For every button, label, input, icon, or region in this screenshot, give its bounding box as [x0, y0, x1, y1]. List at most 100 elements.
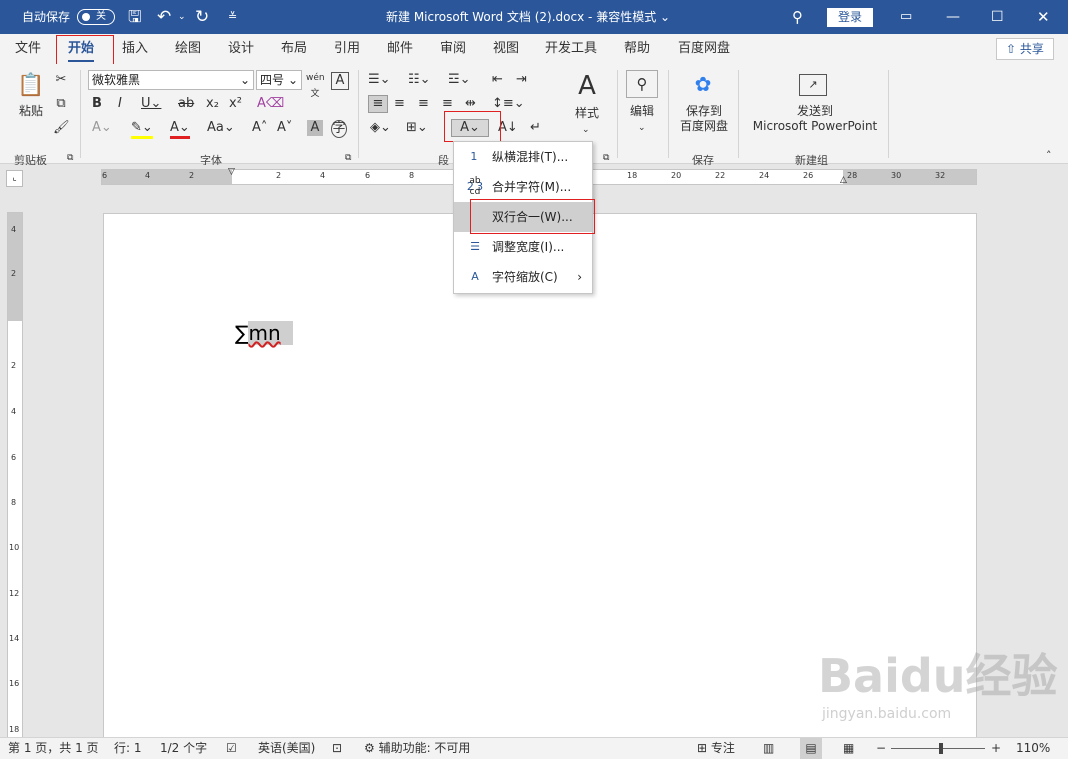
grow-font-icon[interactable]: A˄ [252, 120, 267, 136]
tab-draw[interactable]: 绘图 [175, 34, 201, 64]
maximize-icon[interactable]: ☐ [991, 0, 1004, 34]
tab-file[interactable]: 文件 [15, 34, 41, 64]
accessibility-status[interactable]: ⚙ 辅助功能: 不可用 [364, 738, 470, 759]
editing-dropdown-icon[interactable]: ⌄ [638, 120, 646, 136]
copy-icon[interactable]: ⧉ [53, 96, 69, 112]
read-mode-icon[interactable]: ▥ [763, 738, 774, 759]
collapse-ribbon-icon[interactable]: ˄ [1046, 148, 1052, 164]
paste-button[interactable]: 粘贴 [12, 104, 50, 119]
baidu-netdisk-icon[interactable]: ✿ [688, 72, 718, 96]
minimize-icon[interactable]: — [946, 0, 960, 34]
distributed-icon[interactable]: ⇹ [465, 96, 476, 112]
subscript-icon[interactable]: x₂ [206, 96, 219, 112]
tab-selector-icon[interactable]: ⌞ [6, 170, 23, 187]
justify-icon[interactable]: ≡ [442, 96, 453, 112]
ribbon-display-icon[interactable]: ▭ [900, 0, 912, 34]
styles-icon[interactable]: A [567, 70, 607, 102]
multilevel-list-icon[interactable]: ☲⌄ [448, 72, 471, 88]
zoom-level[interactable]: 110% [1016, 738, 1050, 759]
italic-icon[interactable]: I [118, 96, 122, 112]
undo-icon[interactable]: ↶ [157, 0, 171, 34]
text-effects-icon[interactable]: A⌄ [92, 120, 112, 136]
cut-icon[interactable]: ✂ [53, 72, 69, 88]
phonetic-guide-icon[interactable]: wén 文 [306, 70, 325, 102]
tab-help[interactable]: 帮助 [624, 34, 650, 64]
tab-layout[interactable]: 布局 [281, 34, 307, 64]
clipboard-launcher-icon[interactable]: ⧉ [67, 150, 73, 166]
tab-developer[interactable]: 开发工具 [545, 34, 597, 64]
change-case-icon[interactable]: Aa⌄ [207, 120, 235, 136]
editing-button[interactable]: 编辑 [624, 104, 660, 119]
bold-icon[interactable]: B [92, 96, 102, 112]
align-right-icon[interactable]: ≡ [418, 96, 429, 112]
tab-insert[interactable]: 插入 [122, 34, 148, 64]
borders-icon[interactable]: ⊞⌄ [406, 120, 428, 136]
format-painter-icon[interactable]: 🖌 [53, 120, 70, 136]
save-to-baidu-button[interactable]: 保存到 百度网盘 [676, 104, 732, 134]
menu-item-fit-text[interactable]: ☰ 调整宽度(I)... [454, 232, 592, 262]
font-launcher-icon[interactable]: ⧉ [345, 150, 351, 166]
tab-baidu-netdisk[interactable]: 百度网盘 [678, 34, 730, 64]
line-number[interactable]: 行: 1 [114, 738, 142, 759]
line-spacing-icon[interactable]: ↕≡⌄ [492, 96, 525, 112]
document-text[interactable]: ∑mn [235, 321, 293, 345]
macro-icon[interactable]: ⊡ [332, 738, 342, 759]
search-icon[interactable]: ⚲ [792, 0, 803, 34]
shading-icon[interactable]: ◈⌄ [370, 120, 391, 136]
menu-item-vertical-in-horizontal[interactable]: 1 2 3 纵横混排(T)... [454, 142, 592, 193]
show-marks-icon[interactable]: ↵ [530, 120, 541, 136]
focus-mode[interactable]: ⊞ 专注 [697, 738, 735, 759]
print-layout-icon[interactable]: ▤ [800, 738, 822, 759]
web-layout-icon[interactable]: ▦ [843, 738, 854, 759]
bullets-icon[interactable]: ☰⌄ [368, 72, 391, 88]
strikethrough-icon[interactable]: ab [178, 96, 194, 112]
align-left-icon[interactable]: ≡ [368, 95, 388, 113]
proofing-icon[interactable]: ☑ [226, 738, 237, 759]
styles-button[interactable]: 样式 [567, 106, 607, 121]
numbering-icon[interactable]: ☷⌄ [408, 72, 431, 88]
tab-review[interactable]: 审阅 [440, 34, 466, 64]
language[interactable]: 英语(美国) [258, 738, 315, 759]
tab-mailings[interactable]: 邮件 [387, 34, 413, 64]
zoom-out-icon[interactable]: − [876, 738, 886, 759]
redo-icon[interactable]: ↻ [195, 0, 209, 34]
tab-design[interactable]: 设计 [228, 34, 254, 64]
autosave-toggle[interactable]: 关 [77, 9, 115, 25]
font-size-select[interactable]: 四号 ⌄ [256, 70, 302, 90]
align-center-icon[interactable]: ≡ [394, 96, 405, 112]
customize-toolbar-icon[interactable]: ≚ [228, 0, 237, 34]
paste-icon[interactable]: 📋 [12, 72, 50, 100]
zoom-slider-thumb[interactable] [939, 743, 943, 754]
menu-item-combine-characters[interactable]: ab cd 合并字符(M)... [454, 172, 592, 202]
menu-item-character-scaling[interactable]: A 字符缩放(C) › [454, 262, 592, 292]
page-count[interactable]: 第 1 页，共 1 页 [8, 738, 99, 759]
zoom-slider[interactable] [891, 748, 985, 749]
highlight-color-icon[interactable]: ✎⌄ [131, 120, 153, 139]
login-button[interactable]: 登录 [827, 8, 873, 27]
word-count[interactable]: 1/2 个字 [160, 738, 207, 759]
font-name-select[interactable]: 微软雅黑 ⌄ [88, 70, 254, 90]
close-icon[interactable]: ✕ [1037, 0, 1050, 34]
send-to-ppt-icon[interactable]: ↗ [799, 74, 827, 96]
save-icon[interactable]: 🖫 [128, 0, 142, 34]
character-shading-icon[interactable]: A [307, 120, 323, 136]
styles-dropdown-icon[interactable]: ⌄ [582, 122, 590, 138]
shrink-font-icon[interactable]: A˅ [277, 120, 292, 136]
zoom-in-icon[interactable]: + [991, 738, 1001, 759]
find-icon[interactable]: ⚲ [626, 70, 658, 98]
character-border-icon[interactable]: A [331, 72, 349, 90]
clear-formatting-icon[interactable]: A⌫ [257, 96, 284, 112]
vertical-ruler[interactable]: 4 2 2 4 6 8 10 12 14 16 18 [7, 212, 23, 740]
decrease-indent-icon[interactable]: ⇤ [492, 72, 503, 88]
font-color-icon[interactable]: A⌄ [170, 120, 190, 139]
underline-icon[interactable]: U⌄ [141, 96, 161, 112]
tab-view[interactable]: 视图 [493, 34, 519, 64]
right-indent-marker[interactable]: △ [840, 175, 847, 185]
increase-indent-icon[interactable]: ⇥ [516, 72, 527, 88]
first-line-indent-marker[interactable]: ▽ [228, 167, 235, 177]
paragraph-launcher-icon[interactable]: ⧉ [603, 150, 609, 166]
send-to-ppt-button[interactable]: 发送到 Microsoft PowerPoint [750, 104, 880, 134]
undo-dropdown-icon[interactable]: ⌄ [178, 0, 186, 34]
superscript-icon[interactable]: x² [229, 96, 242, 112]
enclose-characters-icon[interactable]: 字 [331, 120, 347, 138]
